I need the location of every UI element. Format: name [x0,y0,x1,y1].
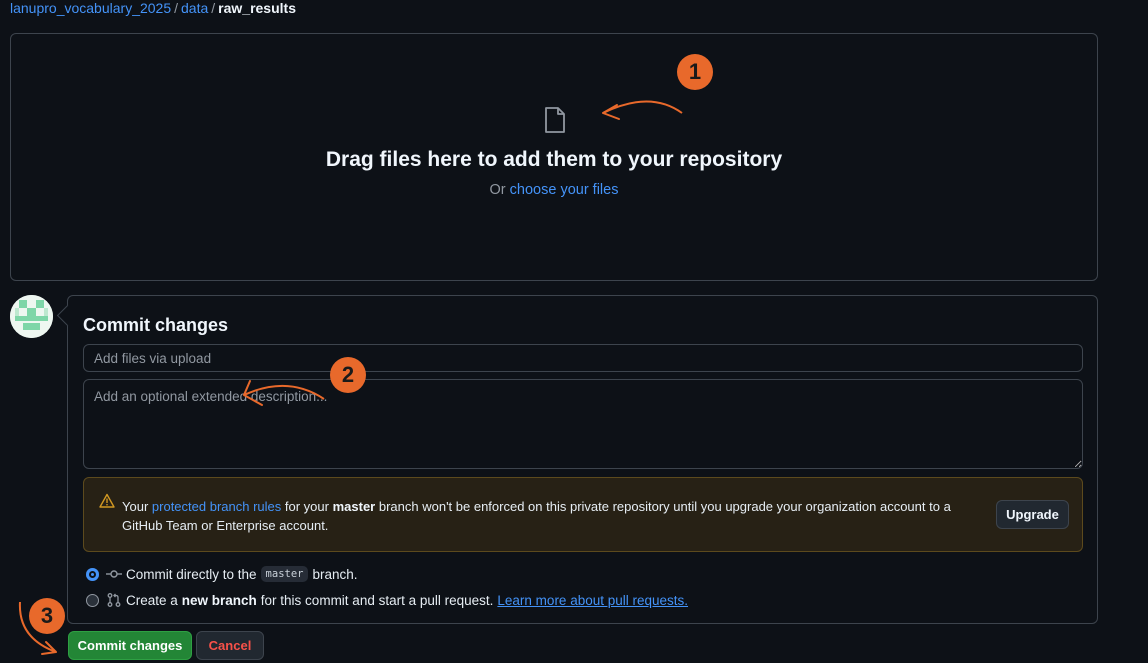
commit-changes-panel: Commit changes Your protected branch rul… [67,295,1098,624]
new-branch-radio[interactable] [86,593,99,607]
commit-title: Commit changes [83,315,229,335]
commit-direct-prefix: Commit directly to the [126,566,257,582]
alert-icon [99,493,115,508]
new-branch-bold: new branch [181,592,257,608]
commit-description-textarea[interactable] [83,379,1083,469]
or-text: Or [489,182,506,198]
commit-changes-button[interactable]: Commit changes [68,631,192,660]
annotation-badge-1: 1 [677,54,713,90]
branch-name-code: master [260,566,309,582]
learn-more-pull-requests-link[interactable]: Learn more about pull requests. [497,593,688,608]
protected-branch-warning: Your protected branch rules for your mas… [83,477,1083,552]
warning-text-for: for your [284,499,329,514]
breadcrumb: lanupro_vocabulary_2025/data / raw_results [10,0,296,16]
commit-direct-radio[interactable] [86,567,99,581]
file-drop-zone[interactable]: Drag files here to add them to your repo… [10,33,1098,281]
breadcrumb-separator: / [174,0,179,16]
choose-files-link[interactable]: choose your files [510,182,619,198]
file-icon [545,107,565,133]
new-branch-prefix: Create a [126,592,178,608]
warning-branch-name: master [332,499,376,514]
upgrade-button[interactable]: Upgrade [996,500,1069,529]
annotation-arrow-2-icon [243,380,325,406]
commit-summary-input[interactable] [83,344,1083,372]
warning-text: Your protected branch rules for your mas… [122,497,982,535]
breadcrumb-current: raw_results [218,0,296,16]
git-pull-request-icon [107,593,121,607]
commit-direct-suffix: branch. [312,566,358,582]
drop-zone-subtitle: Or choose your files [11,182,1097,198]
annotation-arrow-1-icon [602,100,683,120]
breadcrumb-separator: / [211,0,216,16]
avatar [10,295,53,338]
breadcrumb-repo-link[interactable]: lanupro_vocabulary_2025 [10,0,171,16]
new-branch-option[interactable]: Create a new branch for this commit and … [86,591,688,609]
protected-branch-rules-link[interactable]: protected branch rules [152,499,281,514]
breadcrumb-folder-link[interactable]: data [181,0,208,16]
git-commit-icon [106,570,122,578]
annotation-badge-2: 2 [330,357,366,393]
commit-direct-option[interactable]: Commit directly to the master branch. [86,565,358,583]
drop-zone-title: Drag files here to add them to your repo… [325,148,783,171]
new-branch-suffix: for this commit and start a pull request… [260,592,494,608]
identicon-avatar-icon [10,295,53,338]
cancel-button[interactable]: Cancel [196,631,264,660]
annotation-arrow-3-icon [18,601,57,655]
warning-text-before: Your [122,499,149,514]
